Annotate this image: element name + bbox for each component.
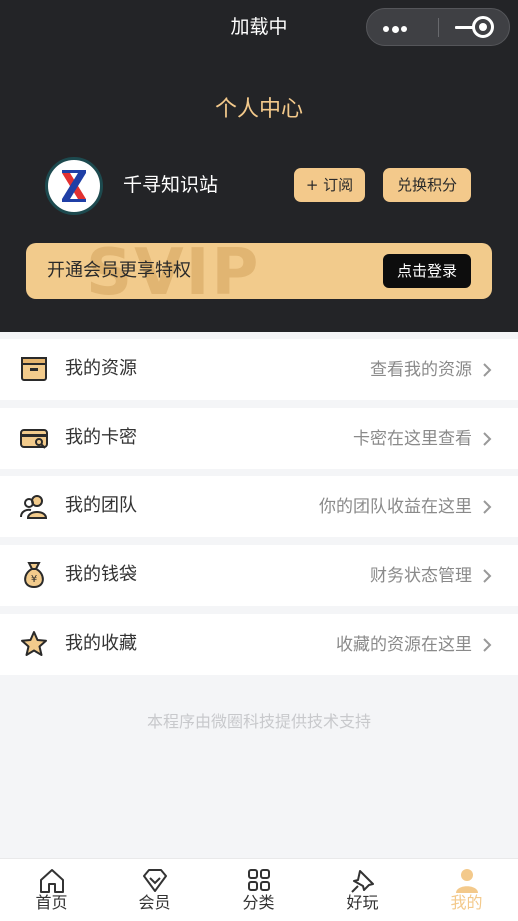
tab-mine[interactable]: 我的 [415,859,518,921]
chevron-right-icon [483,432,492,446]
svg-text:¥: ¥ [31,574,37,585]
menu-hint: 查看我的资源 [370,360,472,380]
box-icon [21,357,47,381]
chevron-right-icon [483,569,492,583]
subscribe-button[interactable]: + 订阅 [294,168,365,202]
logo-icon [62,170,86,202]
tab-category[interactable]: 分类 [207,859,310,921]
vip-banner[interactable]: SVIP 开通会员更享特权 点击登录 [26,243,492,299]
tab-label: 会员 [138,893,171,912]
tab-label: 首页 [35,893,68,912]
avatar[interactable] [45,157,103,215]
menu-label: 我的卡密 [65,427,137,448]
vip-promo-text: 开通会员更享特权 [47,260,191,281]
menu-item-wallet[interactable]: ¥ 我的钱袋 财务状态管理 [0,545,518,606]
menu-item-card-keys[interactable]: 我的卡密 卡密在这里查看 [0,408,518,469]
menu-hint: 卡密在这里查看 [353,429,472,449]
team-icon [20,495,48,519]
menu-hint: 收藏的资源在这里 [336,635,472,655]
more-icon[interactable] [383,25,407,33]
tab-vip[interactable]: 会员 [103,859,206,921]
menu-item-resources[interactable]: 我的资源 查看我的资源 [0,339,518,400]
star-icon [21,631,47,656]
chevron-right-icon [483,500,492,514]
capsule-divider [438,18,439,37]
profile-header: 加载中 个人中心 千寻知识站 + 订阅 兑换积分 SVIP 开通会员更享特权 点… [0,0,518,332]
username: 千寻知识站 [123,174,219,196]
tech-support-note: 本程序由微圈科技提供技术支持 [146,712,371,731]
tab-label: 好玩 [346,893,379,912]
page-title: 个人中心 [214,97,303,122]
chevron-right-icon [483,638,492,652]
menu-label: 我的资源 [65,358,137,379]
chevron-right-icon [483,363,492,377]
money-bag-icon: ¥ [24,562,44,589]
menu-hint: 财务状态管理 [370,566,472,586]
tab-label: 我的 [450,893,483,912]
tab-label: 分类 [242,893,275,912]
menu-item-team[interactable]: 我的团队 你的团队收益在这里 [0,476,518,537]
mini-program-capsule [366,8,510,46]
bottom-tab-bar: 首页 会员 分类 好玩 我的 [0,858,518,921]
menu-label: 我的收藏 [65,633,137,654]
menu-item-favorites[interactable]: 我的收藏 收藏的资源在这里 [0,614,518,675]
menu-label: 我的团队 [65,495,137,516]
login-button[interactable]: 点击登录 [383,254,471,288]
close-target-icon[interactable] [472,16,494,38]
menu-hint: 你的团队收益在这里 [319,497,472,517]
exchange-points-button[interactable]: 兑换积分 [383,168,471,202]
menu-label: 我的钱袋 [65,564,137,585]
tab-fun[interactable]: 好玩 [311,859,414,921]
card-key-icon [20,429,48,449]
tab-home[interactable]: 首页 [0,859,103,921]
